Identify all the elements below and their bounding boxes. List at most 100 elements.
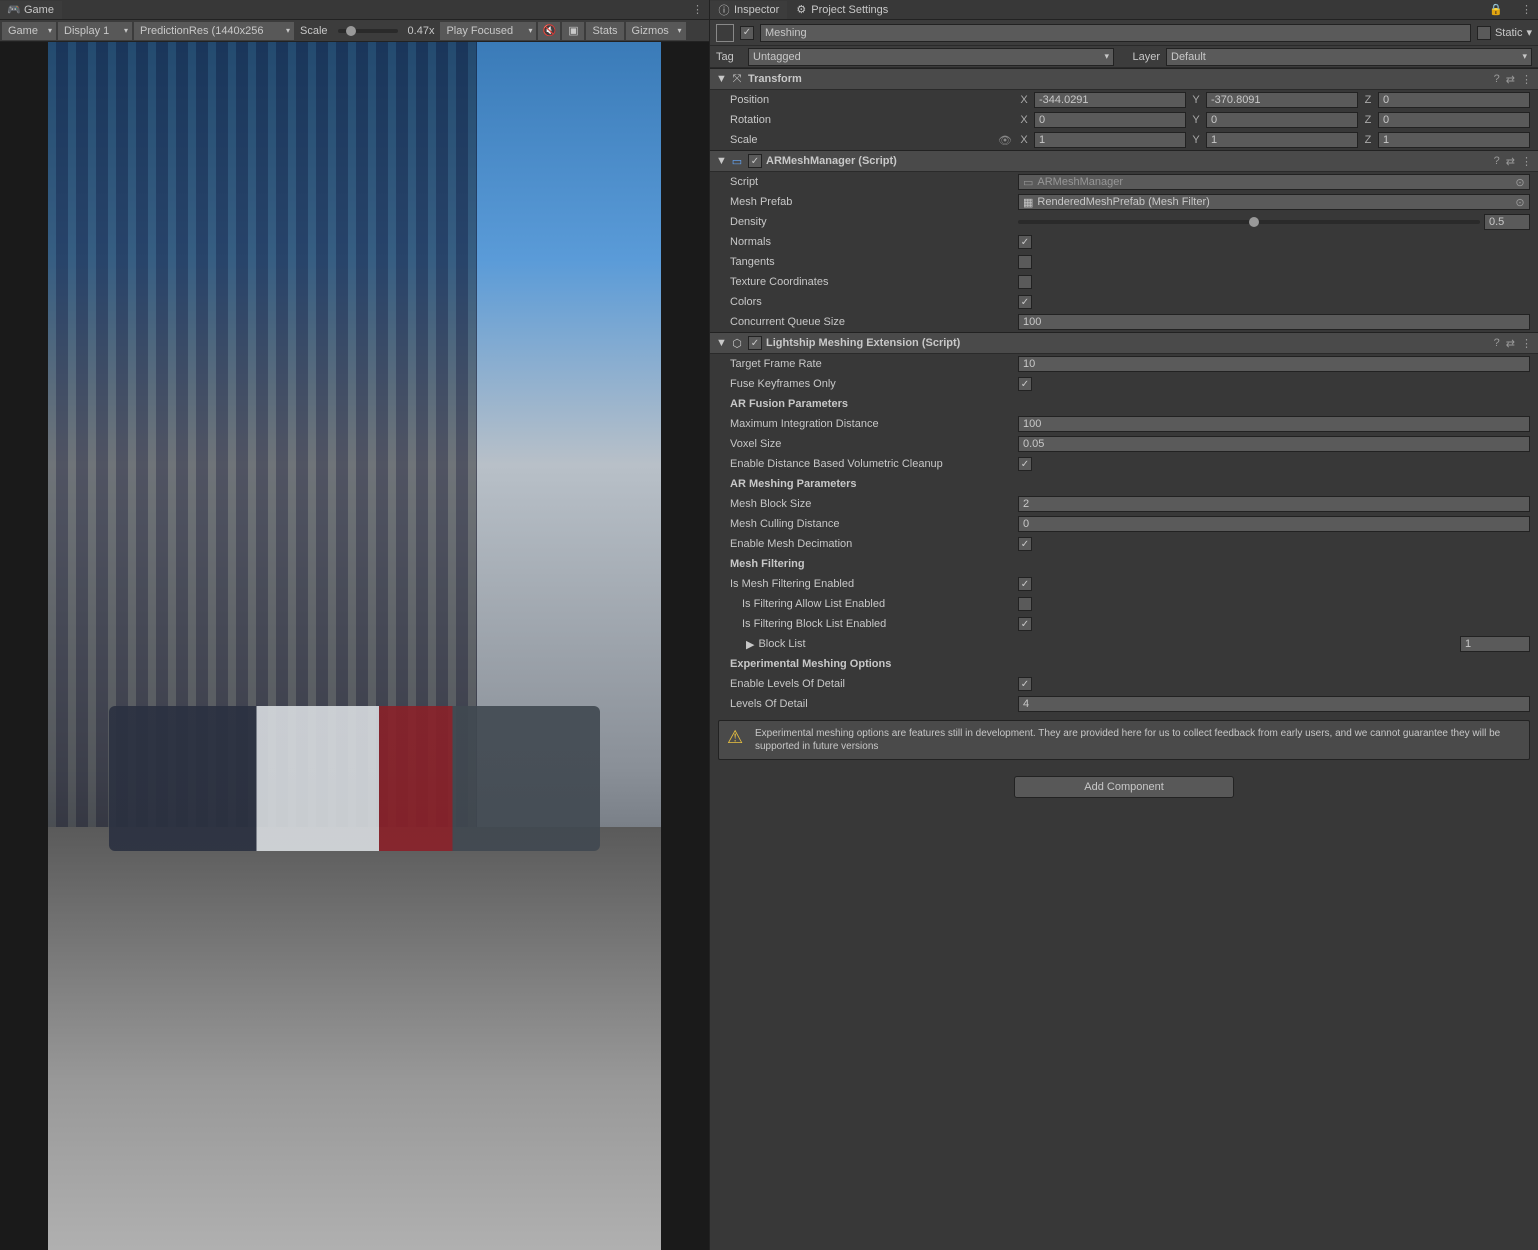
fusion-header: AR Fusion Parameters [718,398,1018,410]
scale-slider[interactable] [338,29,398,33]
target-framerate-field[interactable] [1018,356,1530,372]
transform-title: Transform [748,73,1490,85]
lightship-header[interactable]: ▼ ⬡ Lightship Meshing Extension (Script)… [710,332,1538,354]
transform-icon: ⤧ [730,72,744,86]
voxel-size-field[interactable] [1018,436,1530,452]
scale-link-icon[interactable]: 👁 [998,134,1012,147]
density-value-field[interactable] [1484,214,1530,230]
experimental-header: Experimental Meshing Options [718,658,1018,670]
inspector-content: Static ▾ Tag Untagged Layer Default ▼ ⤧ … [710,20,1538,1250]
object-picker-icon[interactable]: ⊙ [1513,196,1527,209]
inspector-lock-icon[interactable]: 🔒 [1483,3,1509,16]
static-checkbox[interactable] [1477,26,1491,40]
transform-foldout-icon[interactable]: ▼ [716,73,726,85]
help-icon[interactable]: ? [1494,337,1500,350]
gameobject-enabled-checkbox[interactable] [740,26,754,40]
play-mode-dropdown[interactable]: Play Focused [440,22,536,40]
texcoords-checkbox[interactable] [1018,275,1032,289]
component-menu-icon[interactable]: ⋮ [1521,73,1532,86]
inspector-tab-bar: ⓘ Inspector ⚙ Project Settings 🔒 ⋮ [710,0,1538,20]
help-icon[interactable]: ? [1494,73,1500,86]
max-integration-field[interactable] [1018,416,1530,432]
fuse-keyframes-checkbox[interactable] [1018,377,1032,391]
warning-text: Experimental meshing options are feature… [755,727,1521,753]
focus-button[interactable]: ▣ [562,22,584,40]
gameobject-name-field[interactable] [760,24,1471,42]
scale-z-field[interactable] [1378,132,1530,148]
object-picker-icon[interactable]: ⊙ [1513,176,1527,189]
rotation-z-field[interactable] [1378,112,1530,128]
allow-list-checkbox[interactable] [1018,597,1032,611]
game-mode-dropdown[interactable]: Game [2,22,56,40]
mesh-prefab-field[interactable]: ▦RenderedMeshPrefab (Mesh Filter)⊙ [1018,194,1530,210]
queue-size-field[interactable] [1018,314,1530,330]
tab-game[interactable]: 🎮 Game [0,1,62,19]
inspector-menu-icon[interactable]: ⋮ [1515,3,1538,16]
mute-audio-button[interactable]: 🔇 [538,22,560,40]
experimental-warning-box: ⚠ Experimental meshing options are featu… [718,720,1530,760]
scale-row: Scale 👁 X Y Z [710,130,1538,150]
mesh-block-size-field[interactable] [1018,496,1530,512]
scale-y-field[interactable] [1206,132,1358,148]
transform-header[interactable]: ▼ ⤧ Transform ? ⇄ ⋮ [710,68,1538,90]
layer-dropdown[interactable]: Default [1166,48,1532,66]
game-controller-icon: 🎮 [8,4,20,16]
block-list-enabled-checkbox[interactable] [1018,617,1032,631]
tab-project-settings[interactable]: ⚙ Project Settings [787,1,896,19]
layer-label: Layer [1120,51,1160,63]
scale-value: 0.47x [404,25,439,37]
preset-icon[interactable]: ⇄ [1506,73,1515,86]
preset-icon[interactable]: ⇄ [1506,155,1515,168]
tangents-checkbox[interactable] [1018,255,1032,269]
position-x-field[interactable] [1034,92,1186,108]
static-dropdown-arrow[interactable]: ▾ [1526,26,1532,39]
block-list-count-field[interactable] [1460,636,1530,652]
component-menu-icon[interactable]: ⋮ [1521,337,1532,350]
info-icon: ⓘ [718,4,730,16]
prefab-icon: ▦ [1023,196,1033,209]
game-camera-view [48,42,661,1250]
scale-x-field[interactable] [1034,132,1186,148]
armeshmanager-header[interactable]: ▼ ▭ ARMeshManager (Script) ? ⇄ ⋮ [710,150,1538,172]
armesh-foldout-icon[interactable]: ▼ [716,155,726,167]
gear-icon: ⚙ [795,4,807,16]
volumetric-cleanup-checkbox[interactable] [1018,457,1032,471]
script-file-icon: ▭ [1023,176,1033,189]
lod-field[interactable] [1018,696,1530,712]
gameobject-icon[interactable] [716,24,734,42]
game-tab-menu-icon[interactable]: ⋮ [686,3,709,16]
block-list-row: ▶Block List [710,634,1538,654]
add-component-button[interactable]: Add Component [1014,776,1234,798]
tag-dropdown[interactable]: Untagged [748,48,1114,66]
lightship-enabled-checkbox[interactable] [748,336,762,350]
colors-checkbox[interactable] [1018,295,1032,309]
block-list-foldout-icon[interactable]: ▶ [746,638,754,651]
normals-checkbox[interactable] [1018,235,1032,249]
tag-layer-row: Tag Untagged Layer Default [710,46,1538,68]
lightship-foldout-icon[interactable]: ▼ [716,337,726,349]
component-menu-icon[interactable]: ⋮ [1521,155,1532,168]
resolution-dropdown[interactable]: PredictionRes (1440x256 [134,22,294,40]
position-y-field[interactable] [1206,92,1358,108]
rotation-y-field[interactable] [1206,112,1358,128]
tag-label: Tag [716,51,742,63]
mesh-filtering-checkbox[interactable] [1018,577,1032,591]
armesh-enabled-checkbox[interactable] [748,154,762,168]
mesh-culling-field[interactable] [1018,516,1530,532]
warning-icon: ⚠ [727,727,747,747]
static-toggle[interactable]: Static ▾ [1477,26,1532,40]
display-dropdown[interactable]: Display 1 [58,22,132,40]
script-icon: ⬡ [730,336,744,350]
tab-inspector[interactable]: ⓘ Inspector [710,1,787,19]
static-label: Static [1495,27,1523,39]
game-viewport [0,42,709,1250]
help-icon[interactable]: ? [1494,155,1500,168]
preset-icon[interactable]: ⇄ [1506,337,1515,350]
density-slider[interactable] [1018,220,1480,224]
position-z-field[interactable] [1378,92,1530,108]
lod-enabled-checkbox[interactable] [1018,677,1032,691]
stats-button[interactable]: Stats [586,22,623,40]
mesh-decimation-checkbox[interactable] [1018,537,1032,551]
rotation-x-field[interactable] [1034,112,1186,128]
gizmos-dropdown[interactable]: Gizmos [626,22,686,40]
